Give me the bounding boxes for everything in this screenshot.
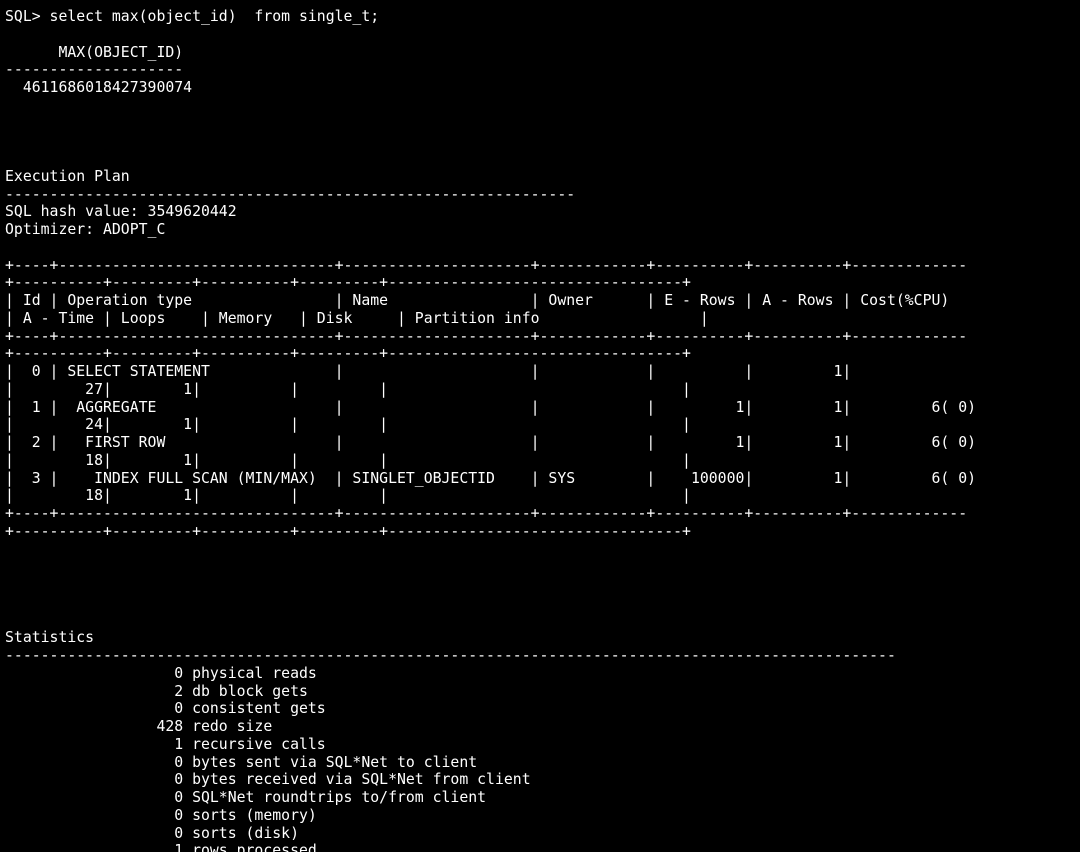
terminal-output[interactable]: SQL> select max(object_id) from single_t…: [5, 8, 1075, 852]
terminal-line: +----------+---------+----------+-------…: [5, 345, 691, 363]
terminal-line: Execution Plan: [5, 167, 130, 185]
terminal-line: 0 sorts (memory): [5, 806, 317, 824]
terminal-line: 1 rows processed: [5, 842, 317, 852]
terminal-line: 0 consistent gets: [5, 700, 326, 718]
terminal-line: | 1 | AGGREGATE | | | 1| 1| 6( 0): [5, 398, 977, 416]
terminal-line: 0 physical reads: [5, 664, 317, 682]
terminal-line: | Id | Operation type | Name | Owner | E…: [5, 292, 950, 309]
terminal-line: SQL hash value: 3549620442: [5, 203, 237, 221]
terminal-line: --------------------: [5, 61, 184, 79]
terminal-line: | 0 | SELECT STATEMENT | | | | 1|: [5, 363, 852, 380]
terminal-line: Optimizer: ADOPT_C: [5, 221, 166, 238]
terminal-line: 4611686018427390074: [5, 79, 193, 96]
terminal-line: | A - Time | Loops | Memory | Disk | Par…: [5, 309, 709, 327]
terminal-line: 0 SQL*Net roundtrips to/from client: [5, 789, 487, 806]
terminal-line: | 18| 1| | | |: [5, 451, 691, 469]
terminal-line: 1 recursive calls: [5, 735, 326, 753]
terminal-line: +----+-------------------------------+--…: [5, 256, 968, 274]
terminal-line: | 27| 1| | | |: [5, 380, 691, 398]
terminal-line: SQL> select max(object_id) from single_t…: [5, 8, 380, 25]
terminal-line: ----------------------------------------…: [5, 647, 896, 664]
terminal-line: 2 db block gets: [5, 682, 308, 700]
terminal-line: +----+-------------------------------+--…: [5, 505, 968, 522]
terminal-line: +----+-------------------------------+--…: [5, 327, 968, 345]
terminal-line: | 24| 1| | | |: [5, 416, 691, 434]
terminal-line: MAX(OBJECT_ID): [5, 43, 184, 61]
terminal-line: 0 bytes received via SQL*Net from client: [5, 771, 531, 789]
terminal-line: | 3 | INDEX FULL SCAN (MIN/MAX) | SINGLE…: [5, 469, 977, 487]
terminal-line: | 18| 1| | | |: [5, 487, 691, 505]
terminal-line: +----------+---------+----------+-------…: [5, 274, 691, 292]
terminal-line: 0 sorts (disk): [5, 824, 299, 842]
terminal-line: 0 bytes sent via SQL*Net to client: [5, 753, 478, 771]
terminal-line: 428 redo size: [5, 718, 273, 735]
terminal-line: +----------+---------+----------+-------…: [5, 522, 691, 540]
terminal-line: Statistics: [5, 629, 95, 647]
terminal-line: ----------------------------------------…: [5, 185, 576, 203]
terminal-line: | 2 | FIRST ROW | | | 1| 1| 6( 0): [5, 434, 977, 451]
